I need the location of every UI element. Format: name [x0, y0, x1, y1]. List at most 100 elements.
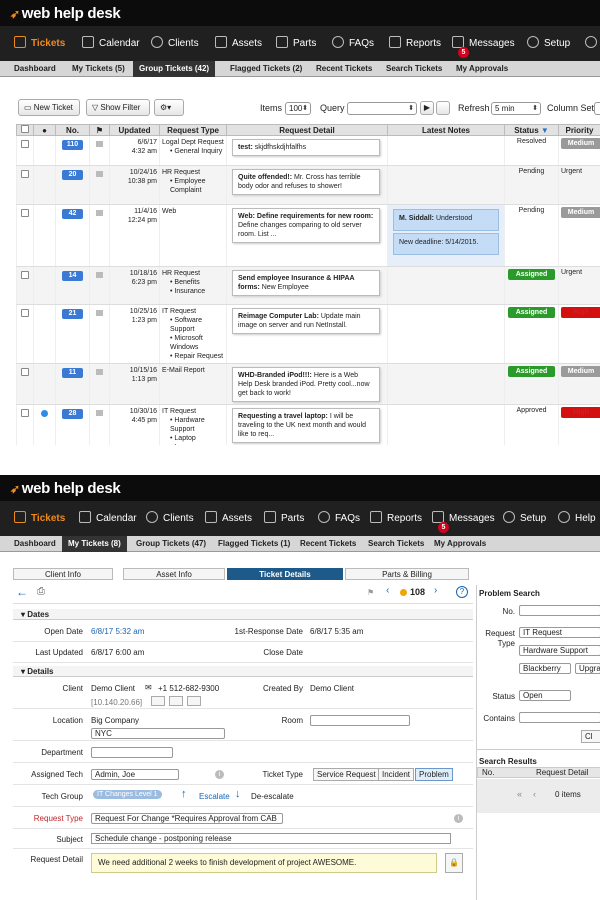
table-row[interactable]: 1410/18/166:23 pmHR RequestBenefitsInsur… [16, 266, 600, 305]
ticket-number-link[interactable]: 20 [62, 170, 83, 180]
prev-page-icon[interactable]: ‹ [533, 789, 536, 799]
deescalate-link[interactable]: De-escalate [251, 792, 294, 801]
request-type-select[interactable]: Request For Change *Requires Approval fr… [91, 813, 283, 824]
new-ticket-button[interactable]: ▭ New Ticket [18, 99, 80, 116]
subnav-group-tickets[interactable]: Group Tickets (47) [130, 536, 212, 552]
request-detail-card[interactable]: Send employee Insurance & HIPAA forms: N… [232, 270, 380, 296]
app-logo[interactable]: ➶ web help desk [10, 480, 121, 497]
printer-icon[interactable]: ⎙ [37, 586, 45, 597]
sr-col-no[interactable]: No. [482, 768, 494, 777]
subnav-dashboard[interactable]: Dashboard [8, 536, 62, 552]
run-query-button[interactable]: ▶ [420, 101, 434, 115]
col-request-type[interactable]: Request Type [159, 124, 227, 136]
ticket-number-link[interactable]: 42 [62, 209, 83, 219]
flag-icon[interactable] [96, 410, 103, 416]
ticket-type-incident[interactable]: Incident [378, 768, 415, 781]
row-checkbox[interactable] [21, 271, 29, 279]
ticket-number-link[interactable]: 14 [62, 271, 83, 281]
col-status[interactable]: Status ▼ [504, 124, 559, 136]
ps-no-input[interactable] [519, 605, 600, 616]
col-priority[interactable]: Priority [558, 124, 600, 136]
subject-input[interactable]: Schedule change - postponing release [91, 833, 451, 844]
ticket-number-link[interactable]: 21 [62, 309, 83, 319]
subnav-search-tickets[interactable]: Search Tickets [380, 61, 448, 77]
table-row[interactable]: 42 11/4/16 12:24 pm Web Web: Define requirem… [16, 204, 600, 267]
tab-ticket-details[interactable]: Ticket Details [227, 568, 343, 580]
note-card[interactable]: New deadline: 5/14/2015. [393, 233, 499, 255]
row-checkbox[interactable] [21, 409, 29, 417]
nav-calendar[interactable]: Calendar [82, 26, 140, 61]
table-row[interactable]: 2010/24/1610:38 pmHR RequestEmployee Com… [16, 165, 600, 205]
show-filter-button[interactable]: ▽ Show Filter [86, 99, 150, 116]
subnav-my-tickets[interactable]: My Tickets (5) [66, 61, 131, 77]
column-set-select[interactable] [594, 102, 600, 115]
row-checkbox[interactable] [21, 368, 29, 376]
chat-icon[interactable] [187, 696, 201, 706]
envelope-icon[interactable]: ✉ [145, 683, 152, 692]
nav-clients[interactable]: Clients [151, 26, 199, 61]
request-detail-card[interactable]: test: skjdfhskdjhfalfhs [232, 139, 380, 156]
nav-assets[interactable]: Assets [205, 501, 252, 536]
asset-icon[interactable] [151, 696, 165, 706]
subnav-recent-tickets[interactable]: Recent Tickets [310, 61, 378, 77]
room-select[interactable] [310, 715, 410, 726]
nav-setup[interactable]: Setup [527, 26, 570, 61]
flag-icon[interactable] [96, 369, 103, 375]
table-row[interactable]: 2110/25/161:23 pmIT RequestSoftware Supp… [16, 304, 600, 364]
refresh-select[interactable]: 5 min [491, 102, 541, 115]
col-updated[interactable]: Updated [109, 124, 160, 136]
ps-sub1-select[interactable]: Hardware Support [519, 645, 600, 656]
query-select[interactable] [347, 102, 417, 115]
subnav-flagged-tickets[interactable]: Flagged Tickets (1) [212, 536, 296, 552]
flag-icon[interactable] [96, 141, 103, 147]
ps-sub3-select[interactable]: Upgra [575, 663, 600, 674]
subnav-flagged-tickets[interactable]: Flagged Tickets (2) [224, 61, 308, 77]
flag-column-header[interactable]: ⚑ [89, 124, 110, 136]
ticket-type-service-request[interactable]: Service Request [313, 768, 380, 781]
row-checkbox[interactable] [21, 209, 29, 217]
nav-parts[interactable]: Parts [276, 26, 316, 61]
tab-client-info[interactable]: Client Info [13, 568, 113, 580]
unread-column-header[interactable]: ● [33, 124, 56, 136]
request-detail-card[interactable]: Requesting a travel laptop: I will be tr… [232, 408, 380, 443]
select-all-checkbox[interactable] [21, 125, 29, 133]
nav-clients[interactable]: Clients [146, 501, 194, 536]
info-icon[interactable]: i [215, 770, 224, 779]
row-checkbox[interactable] [21, 309, 29, 317]
flag-icon[interactable] [96, 210, 103, 216]
nav-parts[interactable]: Parts [264, 501, 304, 536]
nav-reports[interactable]: Reports [370, 501, 422, 536]
subnav-search-tickets[interactable]: Search Tickets [362, 536, 430, 552]
nav-faqs[interactable]: FAQs [318, 501, 360, 536]
col-no[interactable]: No. [55, 124, 90, 136]
escalate-arrow-icon[interactable]: ↑ [181, 788, 187, 800]
assigned-tech-select[interactable]: Admin, Joe [91, 769, 179, 780]
location-sub-select[interactable]: NYC [91, 728, 225, 739]
flag-icon[interactable]: ⚑ [367, 588, 374, 597]
table-row[interactable]: 2810/30/164:45 pmIT RequestHardware Supp… [16, 404, 600, 445]
department-select[interactable] [91, 747, 173, 758]
nav-reports[interactable]: Reports [389, 26, 441, 61]
nav-calendar[interactable]: Calendar [79, 501, 137, 536]
nav-faqs[interactable]: FAQs [332, 26, 374, 61]
client-value[interactable]: Demo Client [91, 684, 135, 693]
subnav-dashboard[interactable]: Dashboard [8, 61, 62, 77]
request-detail-card[interactable]: Reimage Computer Lab: Update main image … [232, 308, 380, 334]
ticket-number-link[interactable]: 28 [62, 409, 83, 419]
nav-help[interactable]: Help [558, 501, 596, 536]
app-logo[interactable]: ➶ web help desk [10, 5, 121, 22]
nav-tickets[interactable]: Tickets [14, 501, 65, 536]
ps-contains-input[interactable] [519, 712, 600, 723]
tab-parts-billing[interactable]: Parts & Billing [345, 568, 469, 580]
note-card[interactable]: M. Siddall: Understood [393, 209, 499, 231]
back-arrow-icon[interactable]: ← [16, 585, 28, 599]
table-row[interactable]: 11 10/15/16 1:13 pm E-Mail Report WHD-Brande… [16, 363, 600, 405]
ps-sub2-select[interactable]: Blackberry [519, 663, 571, 674]
subnav-my-tickets[interactable]: My Tickets (8) [62, 536, 127, 552]
ps-status-select[interactable]: Open [519, 690, 571, 701]
prev-ticket-icon[interactable]: ‹ [386, 585, 389, 596]
request-detail-text[interactable]: We need additional 2 weeks to finish dev… [91, 853, 437, 873]
remote-icon[interactable] [169, 696, 183, 706]
first-page-icon[interactable]: « [517, 789, 522, 799]
items-select[interactable]: 100 [285, 102, 311, 115]
